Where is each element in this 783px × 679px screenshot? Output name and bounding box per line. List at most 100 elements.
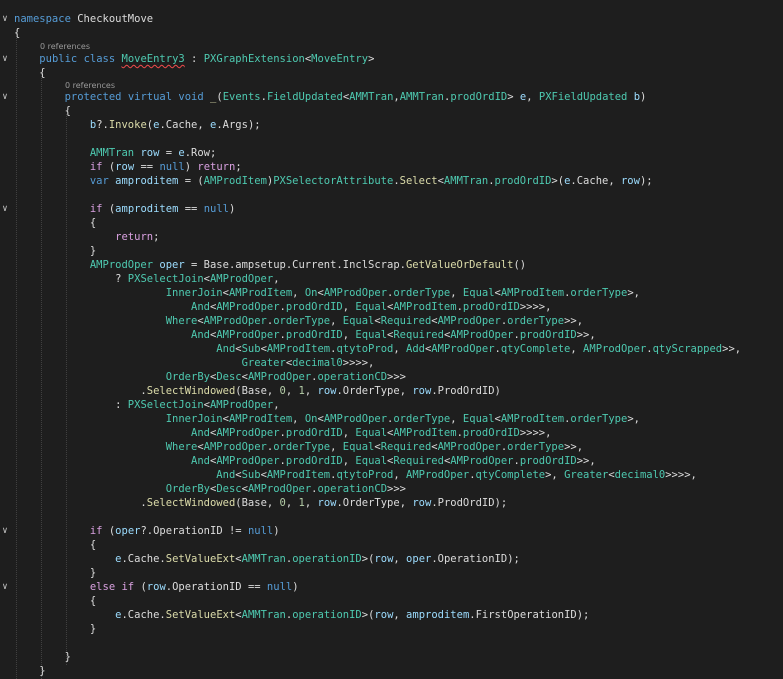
code-line[interactable]: And<AMProdOper.prodOrdID, Equal<AMProdIt…: [0, 426, 783, 440]
code-line[interactable]: e.Cache.SetValueExt<AMMTran.operationID>…: [0, 608, 783, 622]
code-token: qtytoProd: [336, 469, 394, 481]
code-line[interactable]: AMProdOper oper = Base.ampsetup.Current.…: [0, 258, 783, 272]
code-line[interactable]: [0, 188, 783, 202]
code-line[interactable]: Greater<decimal0>>>>,: [0, 356, 783, 370]
code-text: if (row == null) return;: [14, 160, 242, 174]
code-token: MoveEntry3: [121, 53, 185, 65]
code-line[interactable]: Where<AMProdOper.orderType, Equal<Requir…: [0, 440, 783, 454]
code-line[interactable]: And<AMProdOper.prodOrdID, Equal<Required…: [0, 328, 783, 342]
fold-chevron-icon[interactable]: ∨: [0, 580, 10, 594]
code-line[interactable]: {: [0, 26, 783, 40]
fold-chevron-icon[interactable]: ∨: [0, 90, 10, 104]
code-token: prodOrdID: [462, 301, 520, 313]
fold-chevron-icon[interactable]: ∨: [0, 12, 10, 26]
code-text: AMProdOper oper = Base.ampsetup.Current.…: [14, 258, 526, 272]
code-token: PXSelectJoin: [127, 273, 204, 285]
code-line[interactable]: [0, 132, 783, 146]
code-token: return: [197, 161, 236, 173]
code-token: ,: [342, 301, 356, 313]
code-line[interactable]: e.Cache.SetValueExt<AMMTran.operationID>…: [0, 552, 783, 566]
code-token: :: [184, 53, 204, 65]
code-token: if: [121, 581, 135, 593]
code-token: AMProdOper: [89, 259, 154, 271]
code-line[interactable]: }: [0, 650, 783, 664]
code-token: orderType: [570, 287, 628, 299]
code-line[interactable]: ? PXSelectJoin<AMProdOper,: [0, 272, 783, 286]
code-line[interactable]: }: [0, 664, 783, 678]
code-token: AMProdOper: [203, 315, 267, 327]
fold-chevron-icon[interactable]: ∨: [0, 202, 10, 216]
code-token: .OperationID ==: [165, 581, 267, 593]
code-token: ): [184, 161, 198, 173]
code-token: AMProdOper: [323, 287, 388, 299]
code-token: Equal: [355, 455, 388, 467]
code-line[interactable]: InnerJoin<AMProdItem, On<AMProdOper.orde…: [0, 286, 783, 300]
code-text: }: [14, 650, 71, 664]
code-line[interactable]: }: [0, 622, 783, 636]
code-line[interactable]: : PXSelectJoin<AMProdOper,: [0, 398, 783, 412]
code-token: orderType: [570, 413, 628, 425]
code-line[interactable]: [0, 510, 783, 524]
code-line[interactable]: b?.Invoke(e.Cache, e.Args);: [0, 118, 783, 132]
code-line[interactable]: var amproditem = (AMProdItem)PXSelectorA…: [0, 174, 783, 188]
code-token: ,: [330, 441, 343, 453]
code-token: decimal0: [292, 357, 343, 369]
code-line[interactable]: InnerJoin<AMProdItem, On<AMProdOper.orde…: [0, 412, 783, 426]
code-line[interactable]: AMMTran row = e.Row;: [0, 146, 783, 160]
code-token: AMMTran: [241, 553, 286, 565]
code-token: Required: [393, 329, 444, 341]
code-line[interactable]: Where<AMProdOper.orderType, Equal<Requir…: [0, 314, 783, 328]
code-line[interactable]: ∨ if (amproditem == null): [0, 202, 783, 216]
code-line[interactable]: And<AMProdOper.prodOrdID, Equal<Required…: [0, 454, 783, 468]
fold-chevron-icon[interactable]: ∨: [0, 524, 10, 538]
code-line[interactable]: }: [0, 244, 783, 258]
code-token: AMProdOper: [431, 343, 495, 355]
code-token: Where: [165, 441, 198, 453]
code-token: ): [640, 91, 647, 103]
code-token: >>>: [387, 483, 406, 495]
code-line[interactable]: [0, 636, 783, 650]
code-token: row: [115, 161, 135, 173]
code-token: PXSelectJoin: [127, 399, 204, 411]
code-token: var: [89, 175, 109, 187]
code-text: {: [14, 104, 71, 118]
code-line[interactable]: if (row == null) return;: [0, 160, 783, 174]
code-editor[interactable]: 0 references 0 references ∨ namespace Che…: [0, 0, 783, 679]
code-line[interactable]: And<AMProdOper.prodOrdID, Equal<AMProdIt…: [0, 300, 783, 314]
code-line[interactable]: And<Sub<AMProdItem.qtytoProd, Add<AMProd…: [0, 342, 783, 356]
code-token: }: [14, 651, 71, 663]
code-line[interactable]: .SelectWindowed(Base, 0, 1, row.OrderTyp…: [0, 496, 783, 510]
code-line[interactable]: OrderBy<Desc<AMProdOper.operationCD>>>: [0, 482, 783, 496]
code-token: And: [191, 427, 210, 439]
code-text: return;: [14, 230, 159, 244]
code-token: ,: [304, 385, 318, 397]
code-line[interactable]: {: [0, 66, 783, 80]
code-line[interactable]: OrderBy<Desc<AMProdOper.operationCD>>>: [0, 370, 783, 384]
code-line[interactable]: ∨ namespace CheckoutMove: [0, 12, 783, 26]
fold-chevron-icon[interactable]: ∨: [0, 52, 10, 66]
code-text: public class MoveEntry3 : PXGraphExtensi…: [14, 52, 374, 66]
code-line[interactable]: {: [0, 216, 783, 230]
code-line[interactable]: ∨ public class MoveEntry3 : PXGraphExten…: [0, 52, 783, 66]
code-token: = Base.ampsetup.Current.InclScrap.: [184, 259, 406, 271]
code-line[interactable]: {: [0, 538, 783, 552]
code-line[interactable]: return;: [0, 230, 783, 244]
code-token: .Cache,: [570, 175, 621, 187]
code-token: ,: [526, 91, 539, 103]
code-line[interactable]: }: [0, 566, 783, 580]
code-line[interactable]: ∨ protected virtual void _(Events.FieldU…: [0, 90, 783, 104]
code-line[interactable]: And<Sub<AMProdItem.qtytoProd, AMProdOper…: [0, 468, 783, 482]
code-line[interactable]: .SelectWindowed(Base, 0, 1, row.OrderTyp…: [0, 384, 783, 398]
code-line[interactable]: {: [0, 594, 783, 608]
code-token: AMProdItem: [228, 287, 293, 299]
code-token: Events: [222, 91, 261, 103]
code-token: ,: [285, 385, 299, 397]
code-line[interactable]: ∨ if (oper?.OperationID != null): [0, 524, 783, 538]
code-line[interactable]: ∨ else if (row.OperationID == null): [0, 580, 783, 594]
code-token: if: [89, 525, 103, 537]
code-line[interactable]: {: [0, 104, 783, 118]
